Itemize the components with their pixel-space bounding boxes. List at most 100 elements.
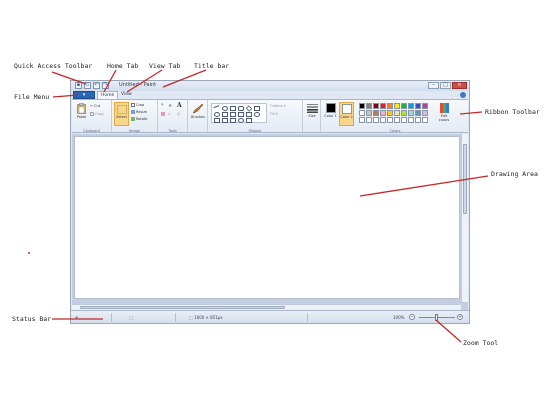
select-button[interactable]: Select [114, 102, 129, 126]
tab-view[interactable]: View [118, 91, 135, 99]
text-tool[interactable]: A [177, 102, 182, 109]
chevron-down-icon: ▾ [275, 112, 278, 116]
rotate-button[interactable]: Rotate [131, 117, 147, 121]
group-tools: ✎ ◭ A ⁄ ○ Tools [158, 100, 188, 134]
color1-button[interactable]: Color 1 [323, 103, 338, 118]
resize-button[interactable]: Resize [131, 110, 147, 114]
zoom-in-button[interactable]: + [457, 314, 463, 320]
zoom-out-button[interactable]: − [409, 314, 415, 320]
palette-swatch[interactable] [359, 110, 365, 116]
diamond-shape-icon[interactable] [245, 105, 253, 112]
palette-swatch[interactable] [408, 110, 414, 116]
palette-swatch[interactable] [415, 110, 421, 116]
rotate-icon [131, 117, 135, 121]
callout-quick-access-toolbar: Quick Access Toolbar [14, 62, 93, 70]
close-icon[interactable]: × [452, 82, 467, 89]
brushes-label: Brushes [190, 115, 206, 119]
lightning-shape-icon[interactable] [246, 118, 252, 123]
size-label: Size [308, 114, 316, 118]
custom-color-slot[interactable] [373, 117, 379, 123]
vertical-scroll-thumb[interactable] [463, 144, 467, 214]
group-label-image: Image [129, 129, 140, 133]
polygon-shape-icon[interactable] [254, 106, 260, 111]
palette-swatch[interactable] [380, 103, 386, 109]
cut-button[interactable]: ✂ Cut [90, 104, 100, 108]
fill-tool[interactable]: ◭ [169, 103, 172, 107]
arrow-shape-icon[interactable] [214, 118, 220, 123]
custom-color-slot[interactable] [408, 117, 414, 123]
tab-home[interactable]: Home [97, 91, 119, 99]
save-icon[interactable]: ▫ [84, 82, 91, 89]
palette-swatch[interactable] [366, 103, 372, 109]
paint-app-icon[interactable]: ▪ [75, 82, 82, 89]
vertical-scrollbar[interactable] [461, 134, 468, 302]
horizontal-scroll-thumb[interactable] [80, 306, 285, 309]
clipboard-icon [77, 103, 86, 114]
color1-label: Color 1 [324, 114, 337, 118]
custom-color-slot[interactable] [415, 117, 421, 123]
drawing-canvas[interactable] [74, 136, 460, 299]
hexagon-shape-icon[interactable] [246, 112, 252, 117]
palette-swatch[interactable] [394, 103, 400, 109]
custom-color-slot[interactable] [394, 117, 400, 123]
palette-swatch[interactable] [394, 110, 400, 116]
help-icon[interactable] [460, 92, 466, 98]
file-menu-button[interactable]: ▾ [73, 91, 95, 99]
outline-dropdown[interactable]: Outline ▾ [270, 104, 286, 108]
crop-button[interactable]: Crop [131, 103, 144, 107]
size-button[interactable]: Size [305, 103, 319, 118]
color2-button[interactable]: Color 2 [339, 102, 354, 126]
selection-size-icon: ⬚ [129, 315, 133, 320]
oval-shape-icon[interactable] [222, 106, 228, 111]
bucket-icon: ◭ [169, 103, 172, 107]
palette-swatch[interactable] [422, 110, 428, 116]
eraser-tool[interactable] [161, 112, 166, 116]
custom-color-slot[interactable] [380, 117, 386, 123]
custom-color-slot[interactable] [387, 117, 393, 123]
pencil-tool[interactable]: ✎ [161, 103, 164, 107]
star-shape-icon[interactable] [222, 118, 228, 123]
custom-color-slot[interactable] [359, 117, 365, 123]
shapes-gallery[interactable] [211, 103, 267, 123]
heart-shape-icon[interactable] [230, 118, 236, 123]
palette-swatch[interactable] [359, 103, 365, 109]
fill-dropdown[interactable]: Fill ▾ [270, 112, 278, 116]
palette-swatch[interactable] [366, 110, 372, 116]
custom-color-slot[interactable] [366, 117, 372, 123]
right-triangle-shape-icon[interactable] [230, 112, 236, 117]
custom-color-slot[interactable] [422, 117, 428, 123]
palette-swatch[interactable] [387, 110, 393, 116]
palette-swatch[interactable] [373, 103, 379, 109]
rectangle-shape-icon[interactable] [230, 106, 236, 111]
rounded-rectangle-shape-icon[interactable] [238, 106, 244, 111]
triangle-shape-icon[interactable] [222, 112, 228, 117]
palette-swatch[interactable] [422, 103, 428, 109]
palette-swatch[interactable] [387, 103, 393, 109]
copy-button[interactable]: Copy [90, 112, 104, 116]
palette-swatch[interactable] [415, 103, 421, 109]
pentagon-shape-icon[interactable] [238, 112, 244, 117]
line-shape-icon[interactable] [213, 105, 221, 112]
minimize-icon[interactable]: – [428, 82, 439, 89]
edit-colors-button[interactable]: Edit colors [437, 103, 451, 122]
callout-shape-icon[interactable] [254, 112, 260, 117]
paste-button[interactable]: Paste [75, 103, 88, 119]
crop-label: Crop [136, 103, 145, 107]
circle-shape-icon[interactable] [214, 112, 220, 117]
custom-color-slot[interactable] [401, 117, 407, 123]
palette-swatch[interactable] [401, 110, 407, 116]
brushes-button[interactable]: Brushes [190, 103, 206, 119]
maximize-icon[interactable]: □ [440, 82, 451, 89]
palette-swatch[interactable] [401, 103, 407, 109]
color-picker-tool[interactable]: ⁄ [169, 112, 170, 116]
text-a-icon: A [177, 102, 182, 109]
palette-swatch[interactable] [373, 110, 379, 116]
palette-swatch[interactable] [380, 110, 386, 116]
cloud-shape-icon[interactable] [238, 118, 244, 123]
magnifier-tool[interactable]: ○ [177, 112, 180, 116]
redo-icon[interactable]: ↷ [102, 82, 109, 89]
zoom-slider-thumb[interactable] [435, 314, 438, 321]
title-bar[interactable]: ▪ ▫ ↶ ↷ Untitled - Paint – □ × [71, 81, 469, 91]
palette-swatch[interactable] [408, 103, 414, 109]
undo-icon[interactable]: ↶ [93, 82, 100, 89]
